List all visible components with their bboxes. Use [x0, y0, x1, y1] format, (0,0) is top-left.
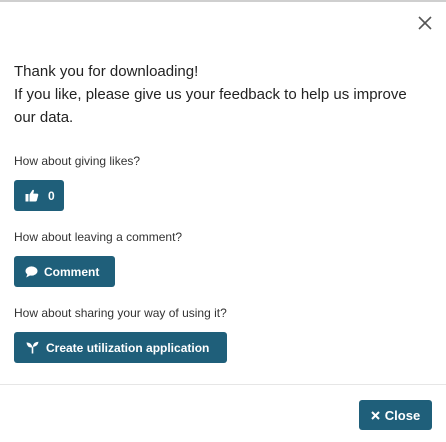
- close-button[interactable]: Close: [359, 400, 432, 430]
- sharing-question: How about sharing your way of using it?: [14, 306, 227, 320]
- feedback-dialog: Thank you for downloading! If you like, …: [0, 0, 446, 442]
- plant-sprout-icon: [26, 341, 39, 354]
- thumbs-up-icon: [25, 189, 39, 202]
- like-button[interactable]: 0: [14, 180, 64, 211]
- close-button-label: Close: [384, 407, 421, 423]
- thanks-line-1: Thank you for downloading!: [14, 63, 199, 80]
- comment-question: How about leaving a comment?: [14, 230, 183, 244]
- comment-button[interactable]: Comment: [14, 256, 115, 287]
- like-count: 0: [48, 188, 55, 203]
- create-utilization-label: Create utilization application: [46, 340, 210, 355]
- thanks-message: Thank you for downloading! If you like, …: [14, 60, 432, 129]
- create-utilization-button[interactable]: Create utilization application: [14, 332, 227, 363]
- thanks-line-2: If you like, please give us your feedbac…: [14, 86, 407, 126]
- dialog-body: Thank you for downloading! If you like, …: [14, 60, 432, 363]
- footer-divider: [0, 384, 446, 385]
- likes-question: How about giving likes?: [14, 154, 141, 168]
- speech-bubble-icon: [25, 265, 38, 277]
- close-icon: [371, 410, 380, 420]
- close-icon[interactable]: [416, 14, 434, 32]
- comment-button-label: Comment: [44, 264, 100, 279]
